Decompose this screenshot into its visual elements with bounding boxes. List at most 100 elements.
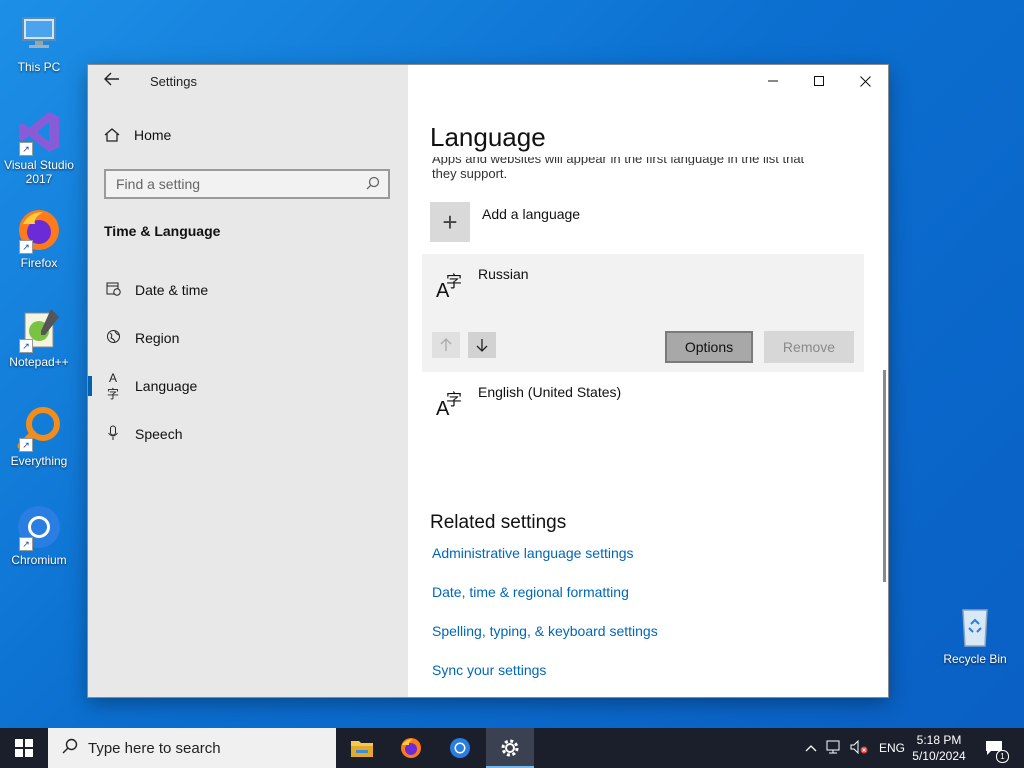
- notepad-plus-plus-icon: ↗: [15, 305, 63, 353]
- visual-studio-icon: ↗: [15, 108, 63, 156]
- page-title: Language: [430, 122, 546, 152]
- desktop-icon-this-pc[interactable]: This PC: [0, 10, 78, 74]
- shortcut-arrow-icon: ↗: [19, 438, 33, 452]
- language-icon: A字: [436, 274, 463, 302]
- taskbar-settings[interactable]: [486, 728, 534, 768]
- add-language-label: Add a language: [482, 206, 581, 222]
- desktop-icon-visual-studio[interactable]: ↗ Visual Studio 2017: [0, 108, 78, 186]
- shortcut-arrow-icon: ↗: [19, 240, 33, 254]
- calendar-clock-icon: [105, 281, 121, 299]
- search-icon[interactable]: [366, 176, 380, 193]
- remove-button[interactable]: Remove: [764, 331, 854, 363]
- computer-icon: [15, 10, 63, 58]
- nav-home[interactable]: Home: [104, 127, 171, 143]
- language-icon: A字: [106, 370, 119, 401]
- shortcut-arrow-icon: ↗: [19, 339, 33, 353]
- taskbar-clock[interactable]: 5:18 PM 5/10/2024: [903, 732, 975, 764]
- main-content: Language Apps and websites will appear i…: [408, 65, 888, 697]
- link-sync-your-settings[interactable]: Sync your settings: [432, 662, 546, 678]
- desktop-icon-label: Recycle Bin: [943, 652, 1007, 666]
- link-administrative-language-settings[interactable]: Administrative language settings: [432, 545, 634, 561]
- section-title: Time & Language: [104, 223, 221, 239]
- chromium-icon: ↗: [15, 503, 63, 551]
- search-input[interactable]: [106, 171, 376, 197]
- move-down-button[interactable]: [468, 332, 496, 358]
- desktop-icon-label: Notepad++: [9, 355, 69, 369]
- move-up-button[interactable]: [432, 332, 460, 358]
- clock-time: 5:18 PM: [916, 733, 962, 747]
- language-icon: A字: [436, 392, 463, 420]
- desktop-icon-notepad-plus-plus[interactable]: ↗ Notepad++: [0, 305, 78, 369]
- options-button[interactable]: Options: [665, 331, 753, 363]
- close-icon: [859, 75, 871, 87]
- home-icon: [104, 128, 120, 142]
- nav-home-label: Home: [134, 127, 172, 143]
- maximize-button[interactable]: [796, 65, 842, 97]
- network-icon[interactable]: [822, 740, 846, 757]
- firefox-icon: [401, 738, 421, 758]
- globe-icon: [105, 329, 121, 347]
- window-controls: [750, 65, 888, 97]
- desktop-icon-label: This PC: [17, 60, 61, 74]
- arrow-up-icon: [440, 338, 452, 351]
- recycle-bin-icon: [951, 602, 999, 650]
- scrollbar[interactable]: [883, 370, 886, 582]
- taskbar-file-explorer[interactable]: [338, 728, 386, 768]
- chevron-up-icon[interactable]: [800, 741, 822, 755]
- desktop-icon-chromium[interactable]: ↗ Chromium: [0, 503, 78, 567]
- desktop-icon-label: Everything: [10, 454, 68, 468]
- sidebar-item-label: Language: [135, 378, 198, 394]
- back-button[interactable]: [100, 71, 124, 91]
- plus-icon: +: [430, 202, 470, 242]
- sidebar-item-label: Speech: [135, 426, 183, 442]
- sidebar-item-language[interactable]: A字 Language: [88, 366, 408, 406]
- link-date-time-regional-formatting[interactable]: Date, time & regional formatting: [432, 584, 629, 600]
- close-button[interactable]: [842, 65, 888, 97]
- minimize-icon: [768, 80, 778, 82]
- taskbar-search-placeholder: Type here to search: [88, 739, 221, 757]
- desktop-icon-everything[interactable]: ↗ Everything: [0, 404, 78, 468]
- window-title: Settings: [150, 74, 197, 89]
- sidebar: Settings Home Time & Language Date & tim…: [88, 65, 408, 697]
- notification-count-badge: 1: [996, 750, 1009, 763]
- language-item-english[interactable]: A字 English (United States): [422, 372, 864, 434]
- maximize-icon: [814, 76, 824, 86]
- taskbar-chromium[interactable]: [436, 728, 484, 768]
- firefox-icon: ↗: [15, 206, 63, 254]
- desktop-icon-recycle-bin[interactable]: Recycle Bin: [936, 602, 1014, 666]
- taskbar: Type here to search ENG 5:18 PM 5/10/202…: [0, 728, 1024, 768]
- taskbar-search-box[interactable]: Type here to search: [48, 728, 336, 768]
- search-icon: [62, 738, 78, 758]
- intro-text: they support.: [432, 166, 508, 181]
- minimize-button[interactable]: [750, 65, 796, 97]
- language-name: Russian: [478, 266, 529, 282]
- action-center-button[interactable]: 1: [980, 728, 1009, 768]
- sidebar-item-label: Region: [135, 330, 180, 346]
- shortcut-arrow-icon: ↗: [19, 142, 33, 156]
- volume-muted-icon[interactable]: [846, 739, 872, 757]
- clock-date: 5/10/2024: [912, 749, 966, 763]
- microphone-icon: [105, 425, 121, 444]
- find-setting-search[interactable]: [104, 169, 390, 199]
- related-settings-title: Related settings: [430, 512, 567, 533]
- chromium-icon: [450, 738, 470, 758]
- sidebar-item-region[interactable]: Region: [88, 318, 408, 358]
- arrow-left-icon: [104, 72, 119, 86]
- windows-logo-icon: [15, 739, 33, 757]
- system-tray: ENG: [800, 728, 908, 768]
- magnifier-icon: ↗: [15, 404, 63, 452]
- link-spelling-typing-keyboard-settings[interactable]: Spelling, typing, & keyboard settings: [432, 623, 658, 639]
- folder-icon: [351, 741, 373, 757]
- sidebar-item-date-time[interactable]: Date & time: [88, 270, 408, 310]
- taskbar-firefox[interactable]: [387, 728, 435, 768]
- start-button[interactable]: [0, 728, 48, 768]
- titlebar[interactable]: Settings: [88, 65, 408, 97]
- add-language-button[interactable]: + Add a language: [430, 202, 580, 242]
- shortcut-arrow-icon: ↗: [19, 537, 33, 551]
- sidebar-item-speech[interactable]: Speech: [88, 414, 408, 454]
- gear-icon: [501, 739, 519, 757]
- language-item-russian[interactable]: A字 Russian Options Remove: [422, 254, 864, 372]
- intro-text-clipped: Apps and websites will appear in the fir…: [432, 157, 805, 165]
- desktop-icon-firefox[interactable]: ↗ Firefox: [0, 206, 78, 270]
- arrow-down-icon: [476, 339, 488, 352]
